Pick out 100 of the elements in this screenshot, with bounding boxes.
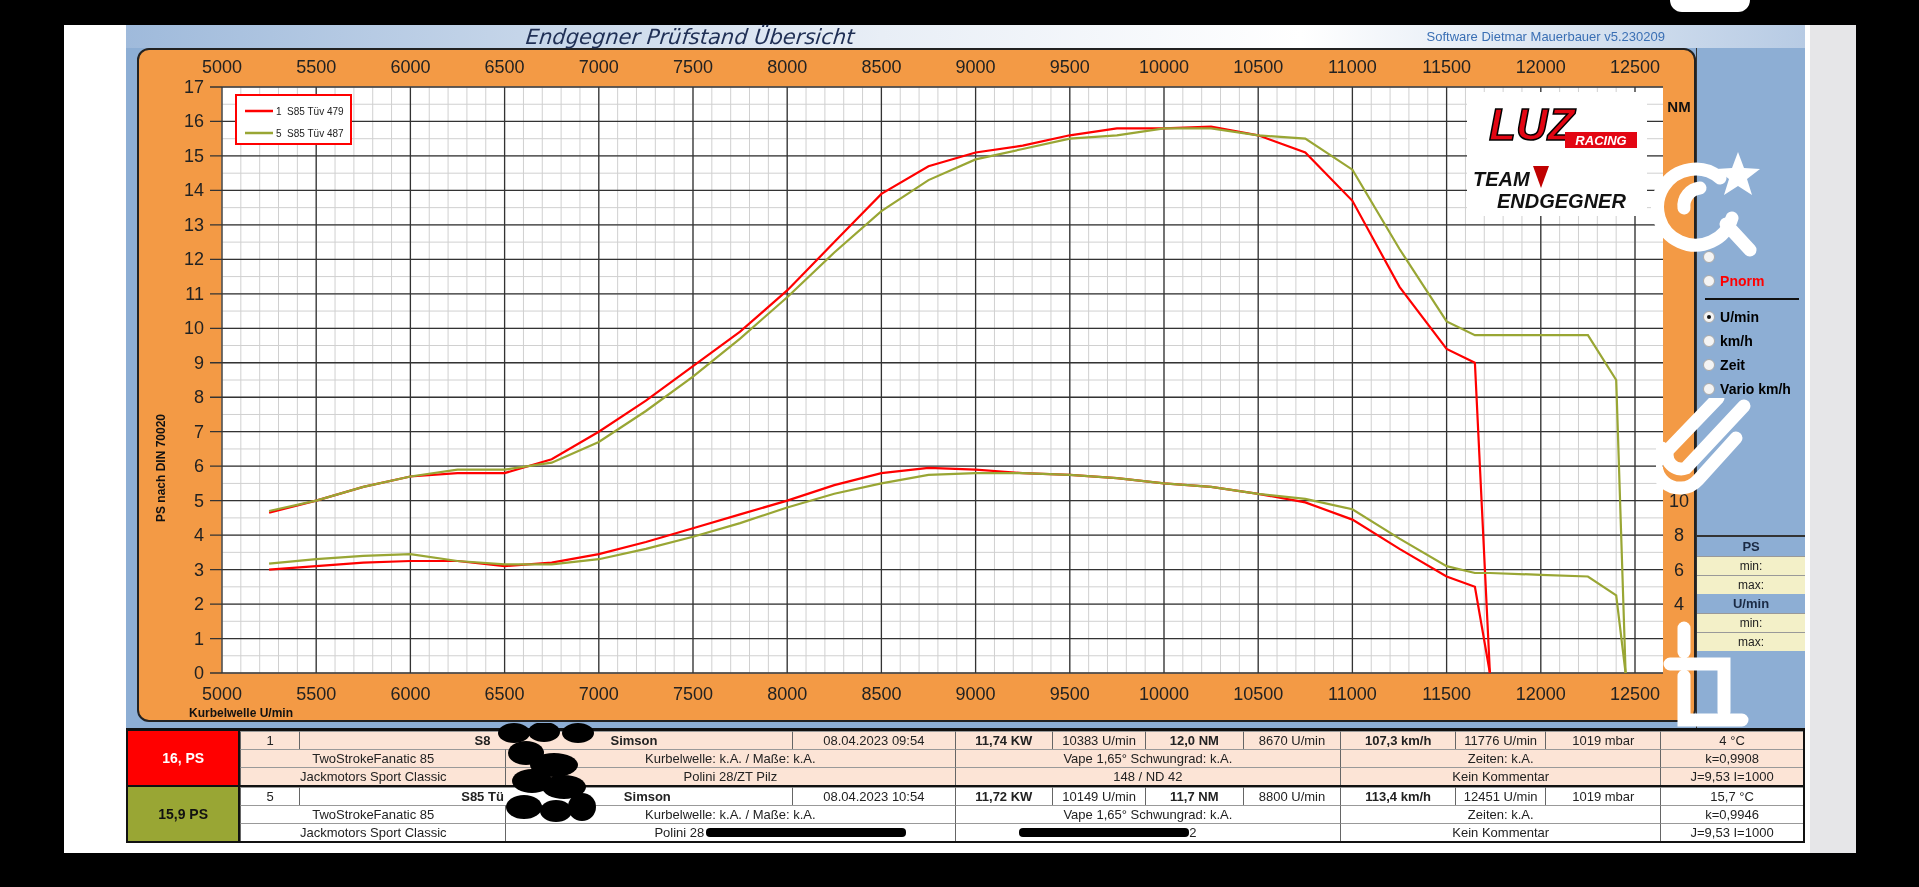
axis-tick-label: 11 — [185, 283, 204, 304]
table-cell: 107,3 km/h — [1340, 731, 1456, 749]
axis-tick-label: 11000 — [1328, 57, 1377, 77]
axis-tick-label: 3 — [194, 559, 204, 580]
legend-label: 1 S85 Tüv 479 — [276, 106, 344, 117]
axis-tick-label: 5000 — [202, 684, 242, 704]
table-cell: 11,74 KW — [954, 731, 1053, 749]
table-cell: 5 — [240, 787, 299, 805]
axis-tick-label: 6500 — [484, 57, 525, 77]
axis-tick-label: 15 — [183, 145, 204, 166]
stat-row: min: — [1697, 556, 1805, 575]
table-cell: Vape 1,65° Schwungrad: k.A. — [954, 749, 1341, 767]
radio-button[interactable] — [1703, 311, 1716, 323]
table-cell: 12,0 NM — [1144, 731, 1243, 749]
axis-tick-label: 13 — [183, 214, 204, 235]
axis-tick-label: 10000 — [1138, 684, 1190, 704]
table-cell: 10149 U/min — [1052, 787, 1145, 805]
axis-tick-label: 5 — [194, 490, 204, 511]
radio-button[interactable] — [1703, 383, 1716, 395]
axis-tick-label: 5000 — [202, 57, 242, 77]
overlay-icon[interactable] — [1670, 0, 1750, 12]
team-logo: TEAM ENDGEGNER — [1473, 166, 1626, 212]
axis-tick-label: 8500 — [861, 684, 902, 704]
table-cell: Simson — [610, 733, 658, 748]
option-label[interactable]: Vario km/h — [1720, 381, 1791, 397]
axis-tick-label: 4 — [1674, 594, 1684, 615]
table-cell: Kein Kommentar — [1340, 823, 1661, 841]
axis-tick-label: 7000 — [578, 57, 619, 77]
table-cell: Simson — [623, 789, 671, 804]
axis-tick-label: 8 — [1674, 525, 1684, 546]
table-cell: 15,7 °C — [1660, 787, 1803, 805]
axis-tick-label: 17 — [183, 77, 204, 97]
axis-tick-label: 11000 — [1328, 684, 1377, 704]
legend-label: 5 S85 Tüv 487 — [276, 128, 344, 139]
table-cell: 11,7 NM — [1144, 787, 1243, 805]
axis-tick-label: 9000 — [955, 57, 996, 77]
axis-tick-label: 8000 — [767, 684, 808, 704]
radio-button[interactable] — [1703, 359, 1716, 371]
axis-tick-label: 11500 — [1422, 57, 1471, 77]
table-cell: 08.04.2023 10:54 — [792, 787, 955, 805]
radio-button[interactable] — [1703, 251, 1716, 263]
stat-row: min: — [1697, 613, 1805, 632]
axis-tick-label: 7500 — [673, 57, 713, 77]
axis-tick-label: 7000 — [578, 684, 619, 704]
table-cell: 1019 mbar — [1545, 731, 1661, 749]
table-cell: S85 Tü — [461, 789, 504, 804]
axis-label: PS nach DIN 70020 — [154, 413, 168, 523]
table-cell: J=9,53 I=1000 — [1660, 823, 1803, 841]
axis-tick-label: 12500 — [1609, 684, 1661, 704]
axis-tick-label: 11500 — [1422, 684, 1471, 704]
table-cell: TwoStrokeFanatic 85 — [240, 805, 506, 823]
axis-tick-label: 12000 — [1515, 684, 1566, 704]
radio-button[interactable] — [1703, 275, 1716, 287]
table-cell: 8670 U/min — [1242, 731, 1341, 749]
table-cell: 12451 U/min — [1455, 787, 1546, 805]
radio-button[interactable] — [1703, 335, 1716, 347]
table-cell: S8 — [474, 733, 491, 748]
table-cell: 10383 U/min — [1052, 731, 1145, 749]
axis-tick-label: 10500 — [1233, 684, 1284, 704]
result-badge: 16, PS — [128, 731, 241, 785]
axis-tick-label: 6000 — [390, 57, 431, 77]
axis-tick-label: 6000 — [390, 684, 431, 704]
axis-tick-label: 12000 — [1515, 57, 1566, 77]
axis-tick-label: 10 — [183, 318, 204, 339]
axis-tick-label: 1 — [194, 628, 204, 649]
axis-tick-label: 2 — [194, 594, 204, 615]
table-cell: TwoStrokeFanatic 85 — [240, 749, 506, 767]
table-cell: 1019 mbar — [1545, 787, 1661, 805]
stat-row: max: — [1697, 632, 1805, 651]
axis-tick-label: 10500 — [1233, 57, 1284, 77]
axis-tick-label: 6 — [1674, 559, 1684, 580]
axis-tick-label: 5500 — [296, 684, 337, 704]
table-cell: k=0,9908 — [1660, 749, 1803, 767]
table-cell: 4 °C — [1660, 731, 1803, 749]
table-cell: Zeiten: k.A. — [1340, 749, 1661, 767]
table-cell: Polini 28/ZT Pilz — [683, 769, 778, 784]
axis-label: Kurbelwelle U/min — [189, 706, 294, 720]
table-cell: 08.04.2023 09:54 — [792, 731, 955, 749]
axis-tick-label: 8 — [194, 387, 204, 408]
option-label[interactable]: U/min — [1720, 309, 1759, 325]
software-version: Software Dietmar Mauerbauer v5.230209 — [1426, 29, 1665, 44]
axis-tick-label: 0 — [194, 663, 204, 683]
axis-tick-label: 8000 — [767, 57, 808, 77]
table-cell: 148 / ND 42 — [1113, 769, 1183, 784]
axis-tick-label: 8500 — [861, 57, 902, 77]
axis-tick-label: 7500 — [673, 684, 713, 704]
option-label[interactable]: km/h — [1720, 333, 1753, 349]
axis-tick-label: 6 — [194, 456, 204, 477]
axis-label: NM — [1667, 98, 1691, 115]
axis-tick-label: 9 — [194, 352, 204, 373]
window-title: Endgegner Prüfstand Übersicht — [524, 24, 856, 49]
table-cell: 11776 U/min — [1455, 731, 1546, 749]
option-label[interactable]: Zeit — [1720, 357, 1745, 373]
axis-tick-label: 10000 — [1138, 57, 1190, 77]
table-cell: Vape 1,65° Schwungrad: k.A. — [954, 805, 1341, 823]
axis-tick-label: 12 — [183, 249, 204, 270]
table-cell: Polini 28 — [654, 825, 705, 840]
table-cell: 2 — [1189, 825, 1197, 840]
axis-tick-label: 7 — [194, 421, 204, 442]
table-cell: k=0,9946 — [1660, 805, 1803, 823]
